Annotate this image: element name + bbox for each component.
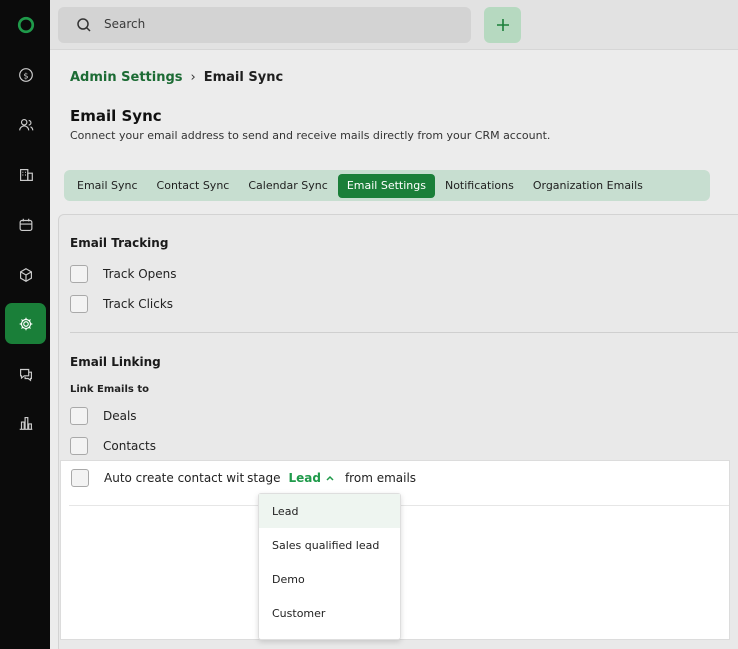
contacts-checkbox[interactable] xyxy=(70,437,88,455)
auto-create-stage-word: stage xyxy=(247,471,281,485)
deals-checkbox[interactable] xyxy=(70,407,88,425)
products-icon[interactable] xyxy=(5,254,46,295)
chat-icon[interactable] xyxy=(5,353,46,394)
email-tracking-title: Email Tracking xyxy=(70,236,169,250)
track-clicks-checkbox[interactable] xyxy=(70,295,88,313)
stage-dropdown-menu: Lead Sales qualified lead Demo Customer xyxy=(258,493,401,640)
track-opens-checkbox[interactable] xyxy=(70,265,88,283)
track-opens-row[interactable]: Track Opens xyxy=(70,265,177,283)
stage-option-customer[interactable]: Customer xyxy=(259,596,400,630)
email-linking-title: Email Linking xyxy=(70,355,161,369)
auto-create-checkbox[interactable] xyxy=(71,469,89,487)
track-opens-label: Track Opens xyxy=(103,267,177,281)
track-clicks-row[interactable]: Track Clicks xyxy=(70,295,173,313)
sidebar: $ xyxy=(0,0,50,649)
stage-option-sales-qualified-lead[interactable]: Sales qualified lead xyxy=(259,528,400,562)
auto-create-suffix: from emails xyxy=(344,471,417,485)
section-divider xyxy=(70,332,738,333)
stage-option-lead[interactable]: Lead xyxy=(259,494,400,528)
auto-create-row[interactable]: Auto create contact wit stage Lead from … xyxy=(71,469,416,487)
stage-dropdown[interactable]: Lead xyxy=(288,471,334,485)
stage-option-demo[interactable]: Demo xyxy=(259,562,400,596)
reports-icon[interactable] xyxy=(5,402,46,443)
contacts-icon[interactable] xyxy=(5,104,46,145)
settings-icon[interactable] xyxy=(5,303,46,344)
chevron-up-icon xyxy=(326,475,334,481)
link-emails-to-label: Link Emails to xyxy=(70,384,149,395)
track-clicks-label: Track Clicks xyxy=(103,297,174,311)
auto-create-prefix: Auto create contact wit xyxy=(104,471,245,485)
logo-icon[interactable] xyxy=(5,4,46,45)
contacts-label: Contacts xyxy=(103,439,156,453)
deals-icon[interactable]: $ xyxy=(5,54,46,95)
calendar-icon[interactable] xyxy=(5,204,46,245)
stage-dropdown-value: Lead xyxy=(288,471,321,485)
deals-row[interactable]: Deals xyxy=(70,407,137,425)
svg-text:$: $ xyxy=(23,70,28,80)
contacts-row[interactable]: Contacts xyxy=(70,437,156,455)
companies-icon[interactable] xyxy=(5,154,46,195)
deals-label: Deals xyxy=(103,409,137,423)
